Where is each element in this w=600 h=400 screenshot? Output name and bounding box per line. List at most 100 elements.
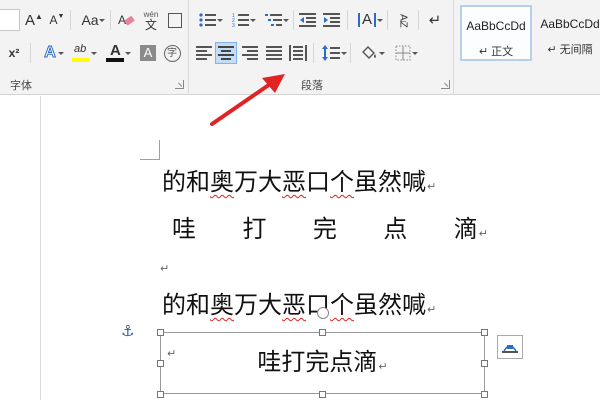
change-case-button[interactable]: Aa [74,9,106,31]
resize-handle-e[interactable] [481,360,488,367]
shrink-font-button[interactable]: A ▼ [47,9,67,31]
style-name: ↵ 无间隔 [547,44,593,56]
character: 然 [378,168,402,196]
decrease-indent-button[interactable] [297,9,319,31]
enclose-char-button[interactable]: 字 [161,42,183,64]
char-border-icon [168,12,182,28]
style-normal[interactable]: AaBbCcDd ↵ 正文 [460,5,532,61]
separator [347,10,348,30]
resize-handle-n[interactable] [319,329,326,336]
character: 和 [186,168,210,196]
character: 虽 [354,168,378,196]
numbering-button[interactable]: 1 2 3 [226,9,256,31]
resize-handle-w[interactable] [157,360,164,367]
character: 恶 [282,168,306,196]
text-box[interactable]: ↵ 哇打完点滴↵ [160,332,485,394]
phonetic-guide-char: 文 [144,18,157,32]
eraser-icon: A [118,13,135,27]
rotate-handle[interactable] [317,307,329,319]
character: 然 [378,291,402,319]
font-size-dropdown[interactable] [0,9,20,31]
paragraph-line-1[interactable]: 的和奥万大恶口个虽然喊↵ [162,167,436,202]
char-shading-button[interactable]: A [138,42,158,64]
shading-button[interactable] [354,42,385,64]
svg-text:A: A [118,13,126,27]
chevron-down-icon [412,52,418,55]
chevron-down-icon [341,52,347,55]
paragraph-group: 1 2 3 A A↓Z ↵ 段落 [188,0,453,95]
paragraph-line-2-distributed[interactable]: 哇 打 完 点 滴↵ [172,214,488,249]
style-no-spacing[interactable]: AaBbCcDd ↵ 无间隔 [534,5,600,61]
paragraph-dialog-launcher[interactable] [441,80,450,89]
text-effects-button[interactable]: A [35,42,65,64]
character: 喊 [402,291,426,319]
paragraph-mark-empty-line: ↵ [160,263,170,275]
paint-bucket-icon [362,46,376,59]
separator [350,43,351,63]
align-right-button[interactable] [239,42,261,64]
borders-icon [395,45,411,61]
line-spacing-button[interactable] [316,42,347,64]
resize-handle-se[interactable] [481,391,488,398]
shrink-font-icon: A [49,13,58,27]
sort-button[interactable]: A↓Z [392,7,414,33]
separator [418,10,419,30]
paragraph-mark: ↵ [427,303,437,316]
highlight-swatch [72,58,90,62]
justify-button[interactable] [263,42,285,64]
separator [293,10,294,30]
resize-handle-ne[interactable] [481,329,488,336]
character: 喊 [402,168,426,196]
text-box-content[interactable]: 哇打完点滴↵ [161,347,484,382]
chevron-down-icon [125,52,131,55]
resize-handle-sw[interactable] [157,391,164,398]
font-group-label: 字体 [10,80,32,92]
align-center-button[interactable] [215,42,237,64]
character: 奥 [210,291,234,319]
superscript-button[interactable]: x² [4,42,24,64]
grow-font-button[interactable]: A ▲ [24,9,44,31]
resize-handle-nw[interactable] [157,329,164,336]
character: 个 [330,291,354,319]
multilevel-list-icon [265,14,282,26]
chevron-down-icon [58,52,64,55]
bullets-button[interactable] [193,9,223,31]
font-dialog-launcher[interactable] [175,80,184,89]
sort-icon: A↓Z [397,14,409,26]
phonetic-guide-button[interactable]: wén 文 [140,7,162,33]
show-hide-marks-button[interactable]: ↵ [425,9,445,31]
layout-options-button[interactable] [497,335,523,359]
distributed-character: 完 [312,215,337,243]
chevron-down-icon [377,19,383,22]
font-color-button[interactable]: A [101,42,131,64]
distributed-button[interactable] [287,42,309,64]
distributed-character: 滴↵ [454,214,488,249]
character: 口 [306,168,330,196]
clear-formatting-button[interactable]: A [115,9,137,31]
resize-handle-s[interactable] [319,391,326,398]
layout-options-icon [502,345,518,353]
style-name: ↵ 正文 [478,46,514,58]
distributed-character: 点 [383,215,408,243]
superscript-icon: x² [8,46,20,60]
numbering-icon: 1 2 3 [232,13,249,28]
chevron-down-icon [217,19,223,22]
highlight-button[interactable]: ab [67,42,97,64]
font-color-icon: A [106,42,126,63]
increase-indent-button[interactable] [321,9,343,31]
align-left-button[interactable] [193,42,215,64]
character: 大 [258,168,282,196]
char-border-button[interactable] [165,9,185,31]
multilevel-list-button[interactable] [259,9,289,31]
justify-icon [266,46,282,60]
chinese-layout-button[interactable]: A [352,9,383,31]
paragraph-mark: ↵ [427,180,437,193]
highlight-label: ab [74,43,87,55]
anchor-icon: ⚓ [121,323,135,340]
character: 万 [234,291,258,319]
character: 虽 [354,291,378,319]
chinese-layout-icon: A [357,12,376,27]
paragraph-line-4[interactable]: 的和奥万大恶口个虽然喊↵ [162,290,436,325]
borders-button[interactable] [388,42,418,64]
paragraph-mark: ↵ [378,360,388,373]
